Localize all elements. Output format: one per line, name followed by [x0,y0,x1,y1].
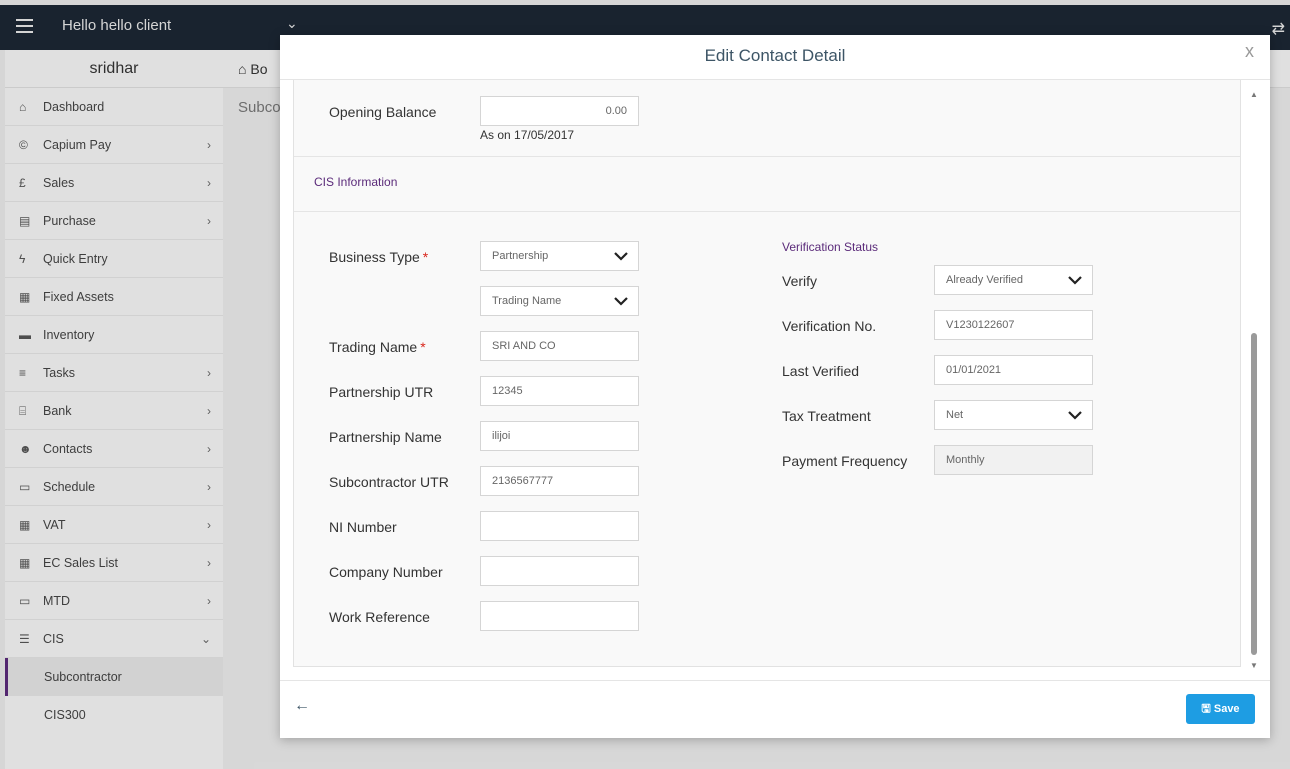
company-number-label: Company Number [329,564,443,580]
modal-body: Opening Balance 0.00 As on 17/05/2017 CI… [280,79,1270,680]
company-number-input[interactable] [480,556,639,586]
verify-select[interactable]: Already Verified [934,265,1093,295]
edit-contact-modal: Edit Contact Detail x Opening Balance 0.… [280,35,1270,738]
last-verified-label: Last Verified [782,363,860,379]
verification-no-label: Verification No. [782,318,877,334]
tax-treatment-label: Tax Treatment [782,408,871,424]
business-type-select[interactable]: Partnership [480,241,639,271]
trading-name-input[interactable]: SRI AND CO [480,331,639,361]
form-panel: Opening Balance 0.00 As on 17/05/2017 CI… [293,80,1241,667]
save-icon: 🖫 [1201,703,1211,715]
ni-number-label: NI Number [329,519,397,535]
partnership-utr-label: Partnership UTR [329,384,434,400]
last-verified-input[interactable]: 01/01/2021 [934,355,1093,385]
opening-balance-input[interactable]: 0.00 [480,96,639,126]
payment-frequency-label: Payment Frequency [782,453,908,469]
cis-section-header: CIS Information [294,156,1240,212]
opening-balance-label: Opening Balance [329,104,437,120]
verify-label: Verify [782,273,818,289]
as-on-date: As on 17/05/2017 [480,128,575,142]
trading-name-select[interactable]: Trading Name [480,286,639,316]
scroll-down-icon[interactable]: ▼ [1250,661,1258,670]
chevron-down-icon [614,252,628,261]
trading-name-label: Trading Name * [329,339,426,355]
close-icon[interactable]: x [1245,41,1254,62]
business-type-label: Business Type * [329,249,429,265]
partnership-name-label: Partnership Name [329,429,442,445]
scrollbar-thumb[interactable] [1251,333,1257,655]
partnership-name-input[interactable]: ilijoi [480,421,639,451]
verification-no-input[interactable]: V1230122607 [934,310,1093,340]
ni-number-input[interactable] [480,511,639,541]
back-arrow-icon[interactable]: ← [294,697,310,715]
subcontractor-utr-input[interactable]: 2136567777 [480,466,639,496]
chevron-down-icon [614,297,628,306]
payment-frequency-input: Monthly [934,445,1093,475]
verification-status-heading: Verification Status [782,240,879,254]
modal-scrollbar[interactable]: ▲ ▼ [1250,80,1258,670]
save-button[interactable]: 🖫 Save [1186,694,1255,724]
modal-footer: ← 🖫 Save [280,680,1270,738]
tax-treatment-select[interactable]: Net [934,400,1093,430]
partnership-utr-input[interactable]: 12345 [480,376,639,406]
chevron-down-icon [1068,411,1082,420]
subcontractor-utr-label: Subcontractor UTR [329,474,449,490]
work-reference-label: Work Reference [329,609,430,625]
chevron-down-icon [1068,276,1082,285]
scroll-up-icon[interactable]: ▲ [1250,90,1258,99]
modal-title: Edit Contact Detail [704,46,846,65]
work-reference-input[interactable] [480,601,639,631]
